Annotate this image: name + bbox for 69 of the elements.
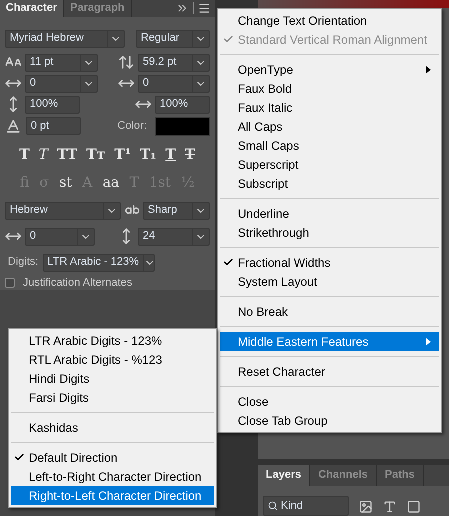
menu-item[interactable]: No Break	[220, 302, 439, 321]
dropdown[interactable]: 24	[138, 228, 210, 246]
style-button[interactable]: TT	[57, 144, 78, 166]
menu-icon[interactable]	[198, 2, 211, 15]
dropdown[interactable]: 11 pt	[25, 54, 98, 72]
filter-field[interactable]: Kind	[263, 496, 349, 516]
menu-item[interactable]: System Layout	[220, 272, 439, 291]
submenu-arrow-icon	[426, 338, 431, 346]
input-field[interactable]: 100%	[155, 96, 210, 114]
menu-item[interactable]: Reset Character	[220, 362, 439, 381]
menu-item[interactable]: RTL Arabic Digits - %123	[11, 350, 214, 369]
color-swatch[interactable]	[155, 116, 210, 136]
panel-tab[interactable]: Layers	[258, 465, 310, 486]
dropdown[interactable]: 0	[138, 74, 210, 92]
search-icon	[268, 501, 278, 511]
style-button[interactable]: T	[19, 144, 30, 166]
panel-tab[interactable]: Character	[0, 0, 64, 16]
checkmark-icon	[223, 257, 234, 268]
menu-item[interactable]: Close Tab Group	[220, 411, 439, 430]
opentype-button[interactable]: aa	[102, 172, 120, 194]
style-button[interactable]: Tт	[86, 144, 106, 166]
menu-item[interactable]: Subscript	[220, 174, 439, 193]
menu-item[interactable]: OpenType	[220, 60, 439, 79]
menu-item[interactable]: Faux Bold	[220, 79, 439, 98]
dropdown[interactable]: LTR Arabic - 123%	[42, 254, 155, 272]
dropdown[interactable]: 59.2 pt	[138, 54, 210, 72]
menu-item[interactable]: Small Caps	[220, 136, 439, 155]
menu-item[interactable]: Fractional Widths	[220, 253, 439, 272]
image-icon[interactable]	[359, 500, 373, 514]
menu-item[interactable]: Change Text Orientation	[220, 11, 439, 30]
style-button[interactable]: T₁	[140, 144, 157, 166]
style-button[interactable]: T	[38, 144, 48, 166]
menu-item[interactable]: LTR Arabic Digits - 123%	[11, 331, 214, 350]
menu-item[interactable]: Superscript	[220, 155, 439, 174]
menu-item[interactable]: All Caps	[220, 117, 439, 136]
style-button[interactable]: T¹	[114, 144, 132, 166]
menu-item[interactable]: Strikethrough	[220, 223, 439, 242]
dropdown[interactable]: Myriad Hebrew	[5, 30, 125, 48]
checkbox-label: Justification Alternates	[23, 276, 132, 290]
leading-icon	[118, 54, 135, 71]
menu-item[interactable]: Close	[220, 392, 439, 411]
input-field[interactable]: 100%	[25, 96, 80, 114]
menu-item[interactable]: Left-to-Right Character Direction	[11, 467, 214, 486]
checkmark-icon	[223, 34, 234, 45]
input-field[interactable]: 0 pt	[26, 117, 81, 135]
square-icon[interactable]	[407, 500, 421, 514]
dropdown[interactable]: Regular	[136, 30, 210, 48]
menu-item[interactable]: Hindi Digits	[11, 369, 214, 388]
opentype-button[interactable]: st	[59, 172, 72, 194]
baseline-shift-icon	[5, 118, 22, 134]
checkmark-icon	[14, 452, 25, 463]
style-button[interactable]: T	[166, 144, 176, 166]
style-button[interactable]: T	[185, 144, 196, 166]
dropdown[interactable]: Sharp	[143, 202, 210, 220]
menu-item[interactable]: Kashidas	[11, 418, 214, 437]
menu-item[interactable]: Faux Italic	[220, 98, 439, 117]
menu-item[interactable]: Farsi Digits	[11, 388, 214, 407]
menu-item[interactable]: Middle Eastern Features	[220, 332, 439, 351]
dropdown[interactable]: 0	[25, 74, 98, 92]
checkbox[interactable]	[5, 278, 15, 288]
submenu-arrow-icon	[426, 66, 431, 74]
type-icon[interactable]	[383, 500, 397, 514]
menu-item[interactable]: Underline	[220, 204, 439, 223]
dropdown[interactable]: 0	[25, 228, 95, 246]
color-label: Color:	[118, 118, 147, 134]
menu-item[interactable]: Default Direction	[11, 448, 214, 467]
menu-item[interactable]: Right-to-Left Character Direction	[11, 486, 214, 505]
digits-label: Digits:	[8, 255, 39, 270]
dropdown[interactable]: Hebrew	[5, 202, 121, 220]
